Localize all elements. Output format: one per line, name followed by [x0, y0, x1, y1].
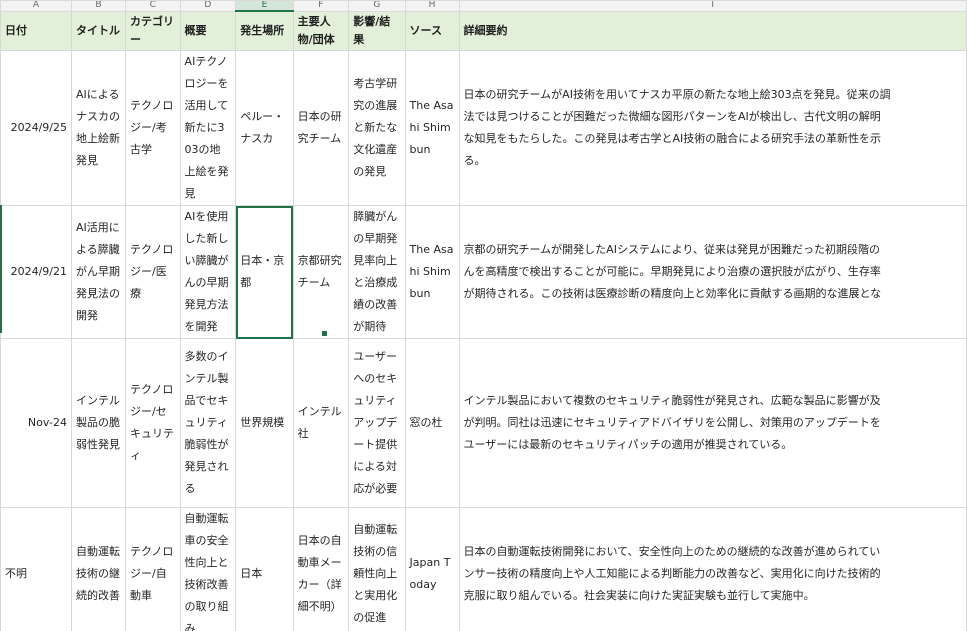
impact-cell[interactable]: 膵臓がんの早期発見率向上と治療成績の改善が期待 — [348, 205, 406, 339]
source-cell[interactable]: Japan Today — [404, 507, 460, 631]
impact-cell[interactable]: 考古学研究の進展と新たな文化遺産の発見 — [348, 50, 406, 206]
header-cell-category[interactable]: カテゴリー — [125, 10, 181, 51]
column-header-e[interactable]: E — [235, 0, 294, 12]
detail-cell[interactable]: 日本の研究チームがAI技術を用いてナスカ平原の新たな地上絵303点を発見。従来の… — [458, 50, 967, 206]
detail-line: 克服に取り組んでいる。社会実装に向けた実証実験も並行して実施中。 — [463, 589, 815, 602]
people-cell[interactable]: インテル社 — [292, 338, 350, 508]
detail-cell[interactable]: 京都の研究チームが開発したAIシステムにより、従来は発見が困難だった初期段階の … — [458, 205, 967, 339]
detail-line: 日本の研究チームがAI技術を用いてナスカ平原の新たな地上絵303点を発見。従来の… — [463, 88, 891, 101]
people-cell[interactable]: 日本の研究チーム — [292, 50, 350, 206]
summary-cell[interactable]: 多数のインテル製品でセキュリティ脆弱性が発見される — [179, 338, 237, 508]
column-header-h[interactable]: H — [404, 0, 460, 12]
column-header-row: A B C D E F G H I — [0, 0, 967, 12]
column-header-i[interactable]: I — [458, 0, 967, 12]
detail-line: る。 — [463, 154, 486, 167]
detail-line: 法では見つけることが困難だった微細な図形パターンをAIが検出し、古代文明の解明 — [463, 110, 881, 123]
spreadsheet-grid: A B C D E F G H I 日付 タイトル カテゴリー 概要 発生場所 … — [0, 0, 967, 631]
column-header-f[interactable]: F — [292, 0, 350, 12]
source-cell[interactable]: The Asahi Shimbun — [404, 50, 460, 206]
header-cell-summary[interactable]: 概要 — [179, 10, 237, 51]
table-row: 2024/9/21 AI活用による膵臓がん早期発見法の開発 テクノロジー/医療 … — [0, 205, 967, 339]
column-header-d[interactable]: D — [179, 0, 237, 12]
column-header-g[interactable]: G — [348, 0, 406, 12]
location-cell[interactable]: 日本 — [235, 507, 294, 631]
detail-line: インテル製品において複数のセキュリティ脆弱性が発見され、広範な製品に影響が及 — [463, 394, 881, 407]
location-cell[interactable]: 世界規模 — [235, 338, 294, 508]
header-cell-detail[interactable]: 詳細要約 — [458, 10, 967, 51]
column-header-c[interactable]: C — [125, 0, 181, 12]
table-row: Nov-24 インテル製品の脆弱性発見 テクノロジー/セキュリティ 多数のインテ… — [0, 338, 967, 508]
title-cell[interactable]: AIによるナスカの地上絵新発見 — [71, 50, 126, 206]
summary-cell[interactable]: AIテクノロジーを活用して新たに303の地上絵を発見 — [179, 50, 237, 206]
title-cell[interactable]: 自動運転技術の継続的改善 — [71, 507, 126, 631]
impact-cell[interactable]: ユーザーへのセキュリティアップデート提供による対応が必要 — [348, 338, 406, 508]
header-cell-title[interactable]: タイトル — [71, 10, 126, 51]
header-cell-people[interactable]: 主要人物/団体 — [292, 10, 350, 51]
detail-cell[interactable]: 日本の自動運転技術開発において、安全性向上のための継続的な改善が進められてい ン… — [458, 507, 967, 631]
source-cell[interactable]: 窓の杜 — [404, 338, 460, 508]
header-row: 日付 タイトル カテゴリー 概要 発生場所 主要人物/団体 影響/結果 ソース … — [0, 10, 967, 51]
detail-line: な知見をもたらした。この発見は考古学とAI技術の融合による研究手法の革新性を示 — [463, 132, 881, 145]
detail-line: 日本の自動運転技術開発において、安全性向上のための継続的な改善が進められてい — [463, 545, 881, 558]
table-row: 不明 自動運転技術の継続的改善 テクノロジー/自動車 自動運転車の安全性向上と技… — [0, 507, 967, 631]
location-cell[interactable]: ペルー・ナスカ — [235, 50, 294, 206]
detail-line: ンサー技術の精度向上や人工知能による判断能力の改善など、実用化に向けた技術的 — [463, 567, 881, 580]
category-cell[interactable]: テクノロジー/考古学 — [125, 50, 181, 206]
header-cell-impact[interactable]: 影響/結果 — [348, 10, 406, 51]
category-cell[interactable]: テクノロジー/セキュリティ — [125, 338, 181, 508]
detail-line: 京都の研究チームが開発したAIシステムにより、従来は発見が困難だった初期段階の — [463, 243, 880, 256]
header-cell-location[interactable]: 発生場所 — [235, 10, 294, 51]
column-header-a[interactable]: A — [0, 0, 72, 12]
category-cell[interactable]: テクノロジー/医療 — [125, 205, 181, 339]
fill-handle[interactable] — [321, 330, 328, 337]
detail-cell[interactable]: インテル製品において複数のセキュリティ脆弱性が発見され、広範な製品に影響が及 が… — [458, 338, 967, 508]
column-header-b[interactable]: B — [71, 0, 126, 12]
title-cell[interactable]: AI活用による膵臓がん早期発見法の開発 — [71, 205, 126, 339]
header-cell-source[interactable]: ソース — [404, 10, 460, 51]
table-row: 2024/9/25 AIによるナスカの地上絵新発見 テクノロジー/考古学 AIテ… — [0, 50, 967, 206]
category-cell[interactable]: テクノロジー/自動車 — [125, 507, 181, 631]
detail-line: ユーザーには最新のセキュリティパッチの適用が推奨されている。 — [463, 438, 793, 451]
location-cell-selected[interactable]: 日本・京都 — [235, 205, 294, 339]
people-cell[interactable]: 日本の自動車メーカー（詳細不明） — [292, 507, 350, 631]
summary-cell[interactable]: AIを使用した新しい膵臓がんの早期発見方法を開発 — [179, 205, 237, 339]
summary-cell[interactable]: 自動運転車の安全性向上と技術改善の取り組み — [179, 507, 237, 631]
detail-line: が期待される。この技術は医療診断の精度向上と効率化に貢献する画期的な進展とな — [463, 287, 882, 300]
date-cell[interactable]: 不明 — [0, 507, 72, 631]
date-cell[interactable]: Nov-24 — [0, 338, 72, 508]
detail-line: が判明。同社は迅速にセキュリティアドバイザリを公開し、対策用のアップデートを — [463, 416, 881, 429]
impact-cell[interactable]: 自動運転技術の信頼性向上と実用化の促進 — [348, 507, 406, 631]
detail-line: んを高精度で検出することが可能に。早期発見により治療の選択肢が広がり、生存率 — [463, 265, 881, 278]
header-cell-date[interactable]: 日付 — [0, 10, 72, 51]
date-cell[interactable]: 2024/9/21 — [0, 205, 72, 339]
date-cell[interactable]: 2024/9/25 — [0, 50, 72, 206]
data-table: A B C D E F G H I 日付 タイトル カテゴリー 概要 発生場所 … — [0, 0, 967, 631]
people-cell[interactable]: 京都研究チーム — [292, 205, 350, 339]
source-cell[interactable]: The Asahi Shimbun — [404, 205, 460, 339]
selected-row-indicator — [0, 205, 2, 333]
title-cell[interactable]: インテル製品の脆弱性発見 — [71, 338, 126, 508]
